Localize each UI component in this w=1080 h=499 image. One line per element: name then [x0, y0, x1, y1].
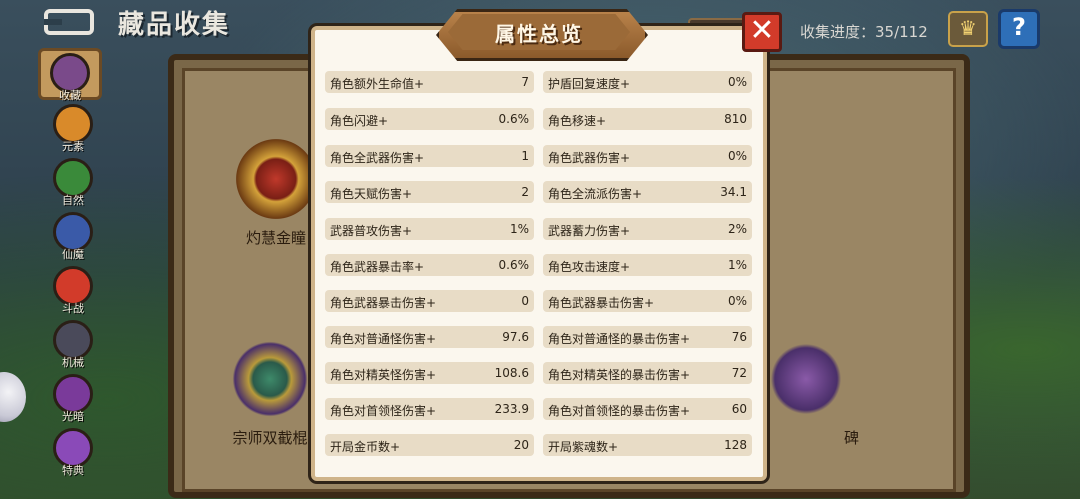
sidebar-item-nature[interactable]: 自然: [50, 158, 96, 216]
stat-row: 角色全武器伤害+ 1: [325, 145, 534, 167]
stat-row: 角色对首领怪的暴击伤害+ 60: [543, 398, 752, 420]
stat-row: 角色对首领怪伤害+ 233.9: [325, 398, 534, 420]
sidebar-item-label: 自然: [62, 194, 84, 207]
stat-label: 角色移速+: [548, 114, 607, 128]
category-sidebar: 收藏 元素 自然 仙魔 斗战 机械 光暗 特典: [36, 46, 110, 499]
stat-label: 角色对普通怪的暴击伤害+: [548, 332, 691, 346]
stat-value: 0%: [727, 149, 747, 163]
stat-label: 角色全武器伤害+: [330, 151, 425, 165]
stat-label: 角色武器暴击伤害+: [330, 296, 437, 310]
stat-value: 0.6%: [498, 258, 530, 272]
sidebar-item-immortal-demon[interactable]: 仙魔: [50, 212, 96, 270]
sidebar-item-element[interactable]: 元素: [50, 104, 96, 162]
stat-value: 72: [731, 366, 747, 380]
stat-label: 角色攻击速度+: [548, 260, 631, 274]
nunchaku-icon: [230, 339, 310, 419]
sidebar-item-label: 机械: [62, 356, 84, 369]
stat-label: 护盾回复速度+: [548, 77, 631, 91]
stat-value: 0: [521, 294, 529, 308]
stat-value: 20: [513, 438, 529, 452]
sidebar-item-label: 元素: [62, 140, 84, 153]
stat-label: 角色对精英怪伤害+: [330, 368, 437, 382]
stat-label: 武器蓄力伤害+: [548, 224, 631, 238]
modal-title: 属性总览: [495, 21, 583, 46]
golden-eye-icon: [236, 139, 316, 219]
stat-row: 角色对精英怪的暴击伤害+ 72: [543, 362, 752, 384]
sidebar-item-label: 斗战: [62, 302, 84, 315]
stat-value: 1%: [727, 258, 747, 272]
stat-label: 角色闪避+: [330, 114, 389, 128]
stat-label: 角色天赋伤害+: [330, 187, 413, 201]
sidebar-item-label: 收藏: [59, 89, 81, 102]
stat-row: 护盾回复速度+ 0%: [543, 71, 752, 93]
stat-value: 2: [521, 185, 529, 199]
stat-label: 开局金币数+: [330, 440, 401, 454]
stat-value: 34.1: [720, 185, 747, 199]
sidebar-item-combat[interactable]: 斗战: [50, 266, 96, 324]
stat-label: 角色对普通怪伤害+: [330, 332, 437, 346]
stat-row: 角色对普通怪伤害+ 97.6: [325, 326, 534, 348]
crown-icon[interactable]: ♛: [948, 11, 988, 47]
sidebar-item-mechanical[interactable]: 机械: [50, 320, 96, 378]
stat-label: 角色武器伤害+: [548, 151, 631, 165]
stat-row: 角色天赋伤害+ 2: [325, 181, 534, 203]
close-button[interactable]: ✕: [742, 12, 782, 52]
relic-icon: [766, 339, 846, 419]
stat-row: 角色武器暴击伤害+ 0: [325, 290, 534, 312]
stat-value: 60: [731, 402, 747, 416]
stat-value: 233.9: [494, 402, 529, 416]
stat-value: 128: [724, 438, 747, 452]
stat-label: 角色武器暴击率+: [330, 260, 425, 274]
stat-label: 角色对精英怪的暴击伤害+: [548, 368, 691, 382]
stat-value: 108.6: [494, 366, 529, 380]
stat-label: 角色对首领怪的暴击伤害+: [548, 404, 691, 418]
stat-value: 76: [731, 330, 747, 344]
stat-label: 角色对首领怪伤害+: [330, 404, 437, 418]
stat-value: 810: [724, 112, 747, 126]
stat-row: 角色武器伤害+ 0%: [543, 145, 752, 167]
stat-row: 角色对普通怪的暴击伤害+ 76: [543, 326, 752, 348]
stat-row: 角色对精英怪伤害+ 108.6: [325, 362, 534, 384]
stat-row: 角色攻击速度+ 1%: [543, 254, 752, 276]
sidebar-item-label: 特典: [62, 464, 84, 477]
stat-value: 1: [521, 149, 529, 163]
stat-row: 开局金币数+ 20: [325, 434, 534, 456]
stat-value: 7: [521, 75, 529, 89]
sidebar-item-special[interactable]: 特典: [50, 428, 96, 486]
stat-value: 0%: [727, 294, 747, 308]
stat-label: 角色全流派伤害+: [548, 187, 643, 201]
stat-row: 角色移速+ 810: [543, 108, 752, 130]
stat-row: 角色闪避+ 0.6%: [325, 108, 534, 130]
sidebar-item-collection[interactable]: 收藏: [38, 48, 102, 102]
stat-row: 武器蓄力伤害+ 2%: [543, 218, 752, 240]
stat-row: 武器普攻伤害+ 1%: [325, 218, 534, 240]
stat-label: 武器普攻伤害+: [330, 224, 413, 238]
sidebar-item-light-dark[interactable]: 光暗: [50, 374, 96, 432]
help-button[interactable]: ?: [998, 9, 1040, 49]
stat-label: 角色武器暴击伤害+: [548, 296, 655, 310]
back-button[interactable]: [44, 9, 94, 35]
collection-progress: 收集进度：35/112: [800, 23, 928, 41]
sidebar-item-label: 仙魔: [62, 248, 84, 261]
page-title: 藏品收集: [118, 10, 231, 40]
stat-row: 角色武器暴击伤害+ 0%: [543, 290, 752, 312]
stat-row: 角色武器暴击率+ 0.6%: [325, 254, 534, 276]
stat-row: 角色全流派伤害+ 34.1: [543, 181, 752, 203]
stat-value: 1%: [509, 222, 529, 236]
stat-value: 97.6: [502, 330, 529, 344]
stat-value: 0.6%: [498, 112, 530, 126]
stat-label: 开局紫魂数+: [548, 440, 619, 454]
stat-value: 0%: [727, 75, 747, 89]
modal-header: 属性总览: [448, 14, 630, 50]
sidebar-item-label: 光暗: [62, 410, 84, 423]
stat-row: 角色额外生命值+ 7: [325, 71, 534, 93]
stat-label: 角色额外生命值+: [330, 77, 425, 91]
stat-row: 开局紫魂数+ 128: [543, 434, 752, 456]
stat-value: 2%: [727, 222, 747, 236]
